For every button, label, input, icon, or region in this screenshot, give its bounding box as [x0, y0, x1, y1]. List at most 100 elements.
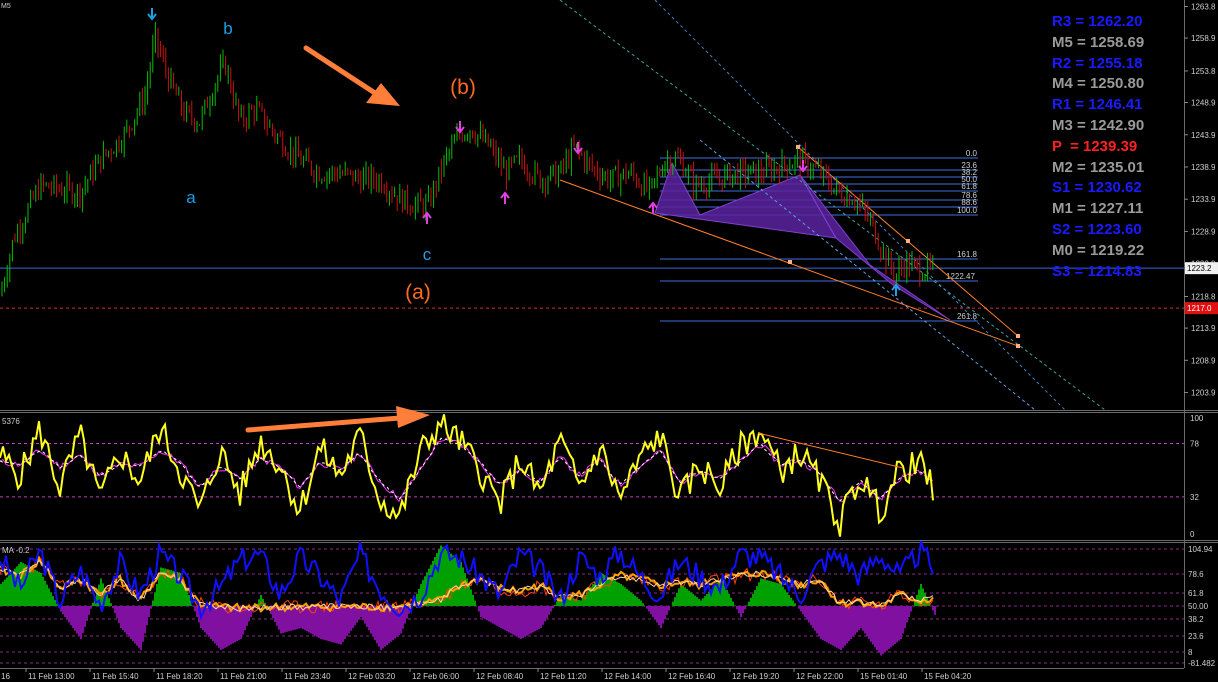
histogram-bar — [740, 606, 742, 617]
histogram-bar — [482, 606, 484, 619]
histogram-bar — [248, 606, 250, 622]
fibo-price-label: 1222.47 — [946, 272, 975, 281]
histogram-bar — [668, 606, 670, 611]
time-axis-label: 12 Feb 03:20 — [348, 672, 396, 681]
histogram-bar — [774, 582, 776, 606]
trading-chart[interactable]: 0.023.638.250.061.878.688.6100.0161.8261… — [0, 0, 1218, 682]
histogram-bar — [342, 606, 344, 642]
histogram-bar — [40, 573, 42, 606]
histogram-bar — [232, 606, 234, 644]
histogram-bar — [500, 606, 502, 628]
histogram-bar — [842, 606, 844, 648]
histogram-bar — [638, 598, 640, 606]
histogram-bar — [836, 606, 838, 648]
histogram-bar — [220, 606, 222, 650]
histogram-bar — [818, 606, 820, 637]
histogram-bar — [750, 597, 752, 606]
histogram-bar — [666, 606, 668, 615]
histogram-bar — [92, 602, 94, 606]
pivot-row-s1: S1 = 1230.62 — [1052, 178, 1212, 199]
pivot-row-r1: R1 = 1246.41 — [1052, 95, 1212, 116]
histogram-bar — [396, 606, 398, 637]
histogram-bar — [726, 590, 728, 606]
histogram-bar — [646, 606, 648, 609]
histogram-bar — [656, 606, 658, 623]
pivot-value: 1214.83 — [1087, 262, 1142, 280]
histogram-bar — [678, 588, 680, 606]
histogram-bar — [890, 606, 892, 648]
pivot-label: M5 — [1052, 33, 1073, 51]
histogram-bar — [790, 597, 792, 606]
histogram-bar — [730, 597, 732, 606]
histogram-bar — [8, 575, 10, 606]
histogram-bar — [760, 578, 762, 606]
price-axis-label: 1218.8 — [1191, 293, 1216, 302]
histogram-bar — [756, 586, 758, 606]
histogram-bar — [620, 584, 622, 606]
histogram-bar — [116, 606, 118, 619]
histogram-bar — [660, 606, 662, 628]
histogram-bar — [542, 606, 544, 625]
histogram-bar — [862, 606, 864, 631]
channel-anchor-point — [1016, 334, 1020, 338]
histogram-bar — [84, 606, 86, 627]
histogram-bar — [748, 601, 750, 606]
histogram-bar — [776, 582, 778, 606]
wave-label: b — [223, 19, 232, 38]
histogram-bar — [640, 600, 642, 606]
histogram-bar — [506, 606, 508, 632]
pivot-separator: = — [1072, 116, 1090, 134]
histogram-bar — [624, 587, 626, 606]
histogram-bar — [548, 606, 550, 615]
histogram-bar — [802, 606, 804, 615]
histogram-bar — [846, 606, 848, 644]
pivot-separator: = — [1071, 96, 1089, 114]
histogram-bar — [206, 606, 208, 635]
histogram-bar — [68, 606, 70, 623]
histogram-bar — [472, 595, 474, 606]
histogram-bar — [850, 606, 852, 639]
pivot-row-p: P = 1239.39 — [1052, 137, 1212, 158]
histogram-bar — [868, 606, 870, 639]
histogram-bar — [870, 606, 872, 642]
histogram-bar — [224, 606, 226, 648]
histogram-bar — [352, 606, 354, 628]
histogram-bar — [154, 592, 156, 606]
histogram-bar — [520, 606, 522, 639]
pivot-label: S2 — [1052, 220, 1071, 238]
pivot-row-m4: M4 = 1250.80 — [1052, 74, 1212, 95]
fibo-level-label: 61.8 — [961, 182, 977, 191]
pivot-label: M0 — [1052, 241, 1073, 259]
histogram-bar — [736, 606, 738, 610]
histogram-bar — [214, 606, 216, 644]
histogram-bar — [212, 606, 214, 642]
histogram-bar — [90, 606, 92, 609]
histogram-bar — [788, 595, 790, 606]
histogram-bar — [808, 606, 810, 623]
histogram-bar — [702, 598, 704, 606]
histogram-bar — [218, 606, 220, 648]
histogram-bar — [346, 606, 348, 637]
histogram-bar — [338, 606, 340, 644]
time-axis-label: 15 Feb 04:20 — [924, 672, 972, 681]
histogram-bar — [62, 606, 64, 615]
histogram-bar — [704, 596, 706, 606]
histogram-bar — [860, 606, 862, 628]
stochastic-axis-label: 78 — [1190, 440, 1199, 449]
indicator-corner-label: MA -0.2 — [2, 546, 30, 555]
histogram-bar — [848, 606, 850, 642]
histogram-bar — [578, 599, 580, 606]
histogram-bar — [826, 606, 828, 643]
pivot-value: 1262.20 — [1088, 13, 1143, 30]
histogram-bar — [348, 606, 350, 634]
histogram-bar — [588, 589, 590, 606]
histogram-bar — [684, 587, 686, 606]
histogram-bar — [784, 589, 786, 606]
histogram-bar — [794, 603, 796, 606]
histogram-bar — [770, 581, 772, 606]
histogram-bar — [50, 592, 52, 606]
histogram-bar — [932, 606, 934, 611]
pivot-label: R2 — [1052, 54, 1072, 72]
histogram-bar — [516, 606, 518, 637]
histogram-bar — [772, 581, 774, 606]
